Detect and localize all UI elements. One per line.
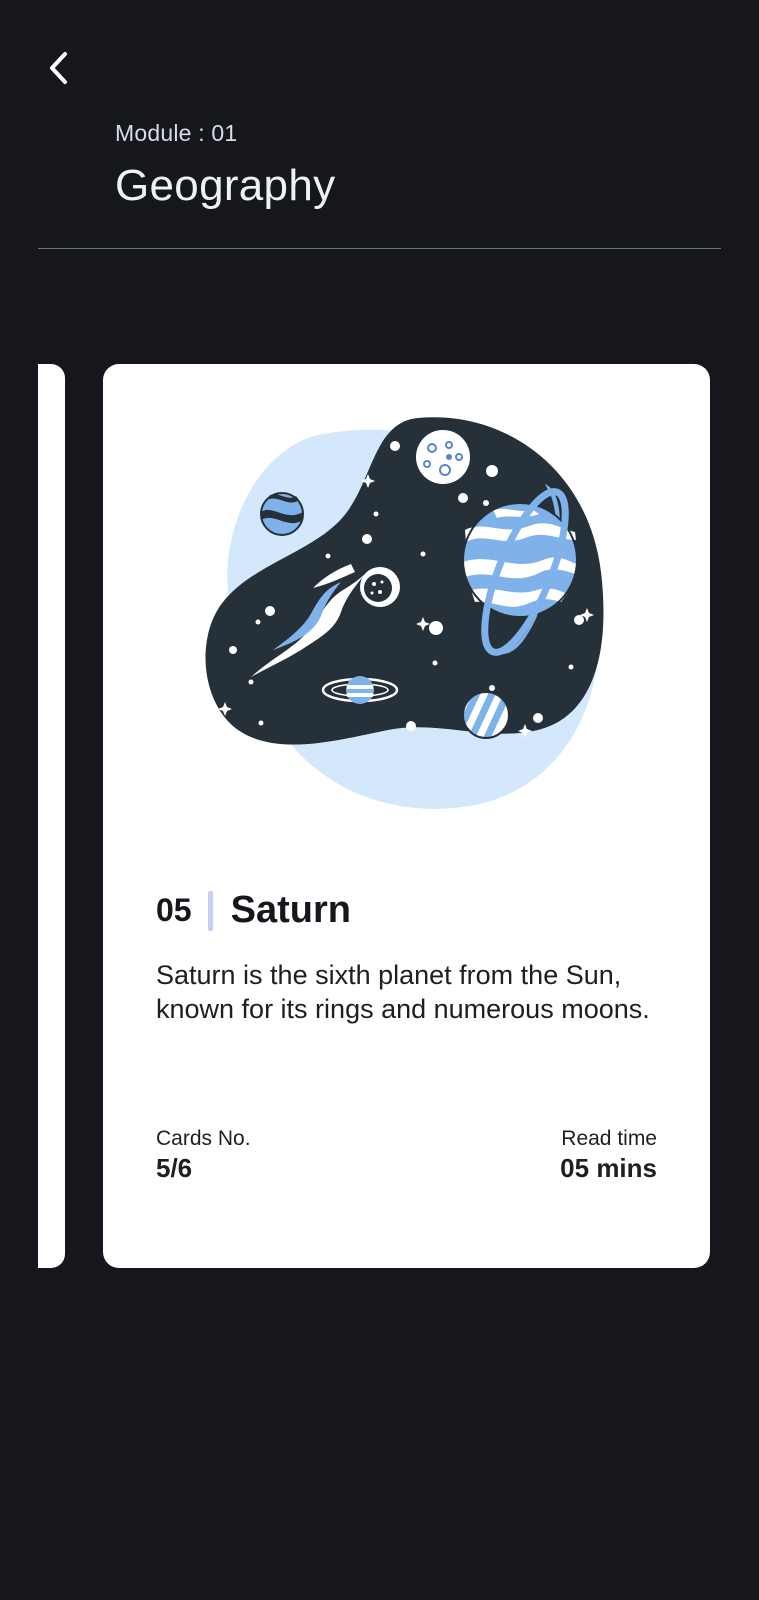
chevron-left-icon: [45, 50, 71, 91]
back-button[interactable]: [40, 50, 76, 90]
module-title: Geography: [115, 161, 336, 210]
card-description: Saturn is the sixth planet from the Sun,…: [156, 960, 650, 1024]
card-heading: 05 Saturn: [156, 889, 351, 932]
header-divider: [38, 248, 721, 249]
previous-card[interactable]: [38, 364, 65, 1268]
cards-count-value: 5/6: [156, 1153, 193, 1183]
module-label: Module : 01: [115, 120, 238, 146]
card-number: 05: [156, 892, 192, 928]
heading-separator: [207, 890, 213, 931]
cards-count-label: Cards No.: [156, 1127, 251, 1150]
space-planets-illustration: [205, 417, 604, 809]
module-header: Module : 01 Geography: [115, 120, 335, 211]
card-title: Saturn: [230, 889, 351, 931]
read-time-label: Read time: [561, 1127, 657, 1150]
flash-card[interactable]: 05 Saturn Saturn is the sixth planet fro…: [103, 364, 710, 1268]
cards-count: Cards No. 5/6: [156, 1127, 251, 1184]
read-time-value: 05 mins: [560, 1153, 657, 1183]
read-time: Read time 05 mins: [560, 1127, 657, 1184]
